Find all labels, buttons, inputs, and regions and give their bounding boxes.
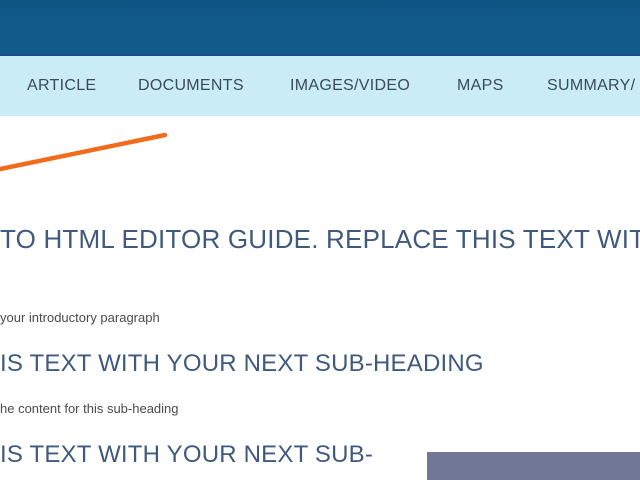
intro-paragraph: your introductory paragraph [0, 310, 160, 325]
main-heading: TO HTML EDITOR GUIDE. REPLACE THIS TEXT … [0, 224, 640, 254]
sub-heading-1: IS TEXT WITH YOUR NEXT SUB-HEADING [0, 350, 484, 377]
tab-article[interactable]: ARTICLE [27, 56, 96, 116]
tab-maps[interactable]: MAPS [457, 56, 504, 116]
tab-documents[interactable]: DOCUMENTS [138, 56, 244, 116]
side-panel [427, 452, 640, 480]
annotation-arrow-line [0, 132, 168, 172]
top-banner [0, 0, 640, 56]
tab-images-video[interactable]: IMAGES/VIDEO [290, 56, 410, 116]
sub-heading-1-text: he content for this sub-heading [0, 401, 179, 416]
page: ARTICLE DOCUMENTS IMAGES/VIDEO MAPS SUMM… [0, 0, 640, 480]
section-nav: ARTICLE DOCUMENTS IMAGES/VIDEO MAPS SUMM… [0, 56, 640, 116]
tab-summary[interactable]: SUMMARY/ [547, 56, 635, 116]
sub-heading-2: IS TEXT WITH YOUR NEXT SUB- [0, 441, 374, 468]
banner-shade [0, 0, 640, 18]
